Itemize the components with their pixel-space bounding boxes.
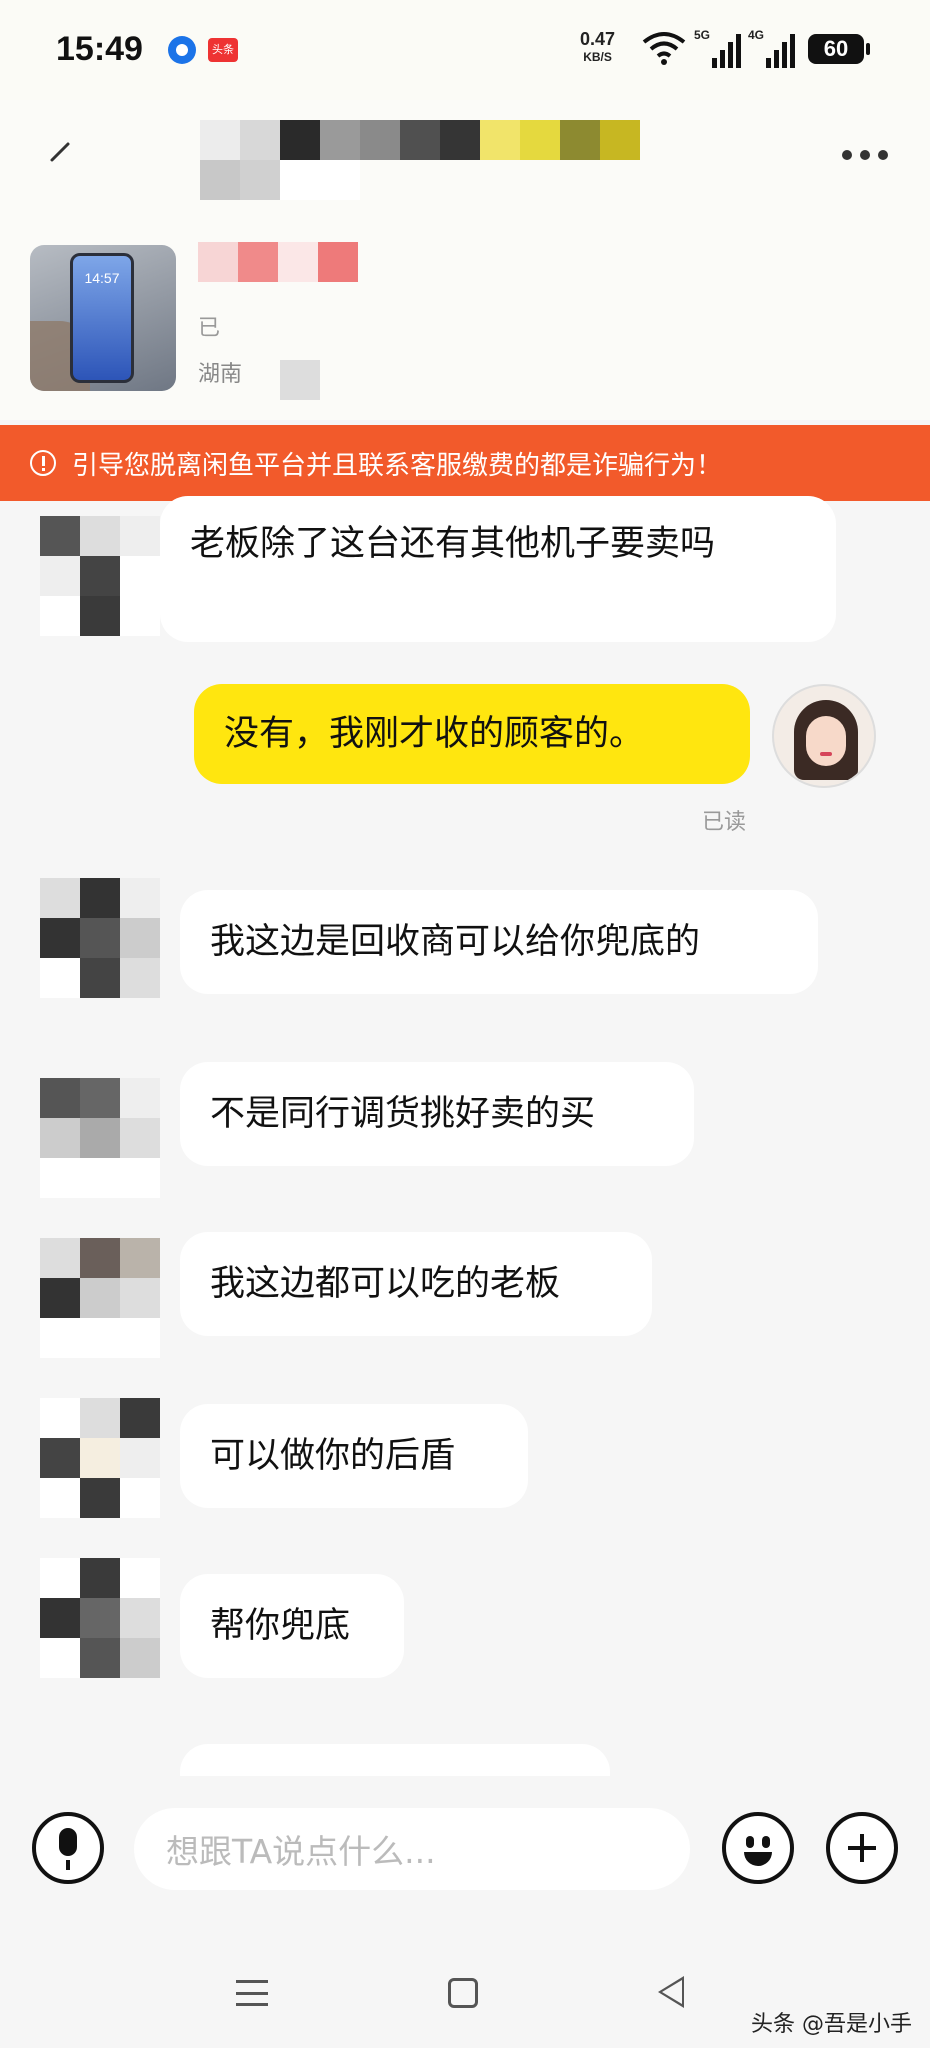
network-speed-value: 0.47 [580,29,616,49]
other-avatar[interactable] [40,516,160,636]
message-bubble-other[interactable]: 我这边都可以吃的老板 [180,1232,652,1336]
system-nav-bar: 头条 @吾是小手 [0,1936,930,2048]
warning-icon [30,450,56,476]
status-bar: 15:49 头条 0.47 KB/S 5G 4G 60 [0,0,930,100]
message-bubble-other[interactable]: 老板除了这台还有其他机子要卖吗 [160,496,836,642]
other-avatar[interactable] [40,1238,160,1358]
watermark: 头条 @吾是小手 [751,2012,912,2037]
contact-status-redacted [320,120,640,160]
message-input[interactable]: 想跟TA说点什么... [134,1808,690,1890]
message-bubble-me[interactable]: 没有，我刚才收的顾客的。 [194,684,750,784]
emoji-icon[interactable] [722,1812,794,1884]
signal-5g-icon: 5G [694,28,750,68]
menu-icon[interactable] [236,1980,268,2006]
message-bubble-other[interactable]: 不是同行调货挑好卖的买 [180,1062,694,1166]
more-icon[interactable] [842,150,888,160]
nav-back-icon[interactable] [658,1976,684,2008]
status-time: 15:49 [56,30,143,68]
network-speed: 0.47 KB/S [580,30,615,66]
sim1-type: 5G [694,28,711,42]
battery-icon: 60 [808,34,870,64]
phone-image: 14:57 [70,253,134,383]
sim2-type: 4G [748,28,765,42]
fraud-warning-banner: 引导您脱离闲鱼平台并且联系客服缴费的都是诈骗行为！ [0,425,930,501]
mic-icon[interactable] [32,1812,104,1884]
wifi-icon [642,32,686,65]
message-bubble-other-partial[interactable] [180,1744,610,1776]
message-bubble-other[interactable]: 我这边是回收商可以给你兜底的 [180,890,818,994]
other-avatar[interactable] [40,1078,160,1198]
other-avatar[interactable] [40,1558,160,1678]
back-icon[interactable] [48,140,72,164]
message-bubble-other[interactable]: 帮你兜底 [180,1574,404,1678]
network-speed-unit: KB/S [583,50,612,64]
add-icon[interactable] [826,1812,898,1884]
warning-text: 引导您脱离闲鱼平台并且联系客服缴费的都是诈骗行为！ [72,450,723,481]
other-avatar[interactable] [40,1398,160,1518]
input-bar: 想跟TA说点什么... [0,1776,930,1936]
read-receipt: 已读 [702,810,747,835]
other-avatar[interactable] [40,878,160,998]
product-subtitle: 已 [198,316,221,341]
signal-4g-icon: 4G [748,28,804,68]
toutiao-notification-icon: 头条 [208,38,238,62]
chat-header: 14:57 已 湖南 [0,100,930,420]
product-title-redacted [198,242,358,282]
my-avatar[interactable] [772,684,876,788]
message-bubble-other[interactable]: 可以做你的后盾 [180,1404,528,1508]
app-notification-icon [168,36,196,64]
product-thumbnail[interactable]: 14:57 [30,245,176,391]
location-redacted [280,360,320,400]
home-icon[interactable] [448,1978,478,2008]
product-location: 湖南 [198,362,243,387]
